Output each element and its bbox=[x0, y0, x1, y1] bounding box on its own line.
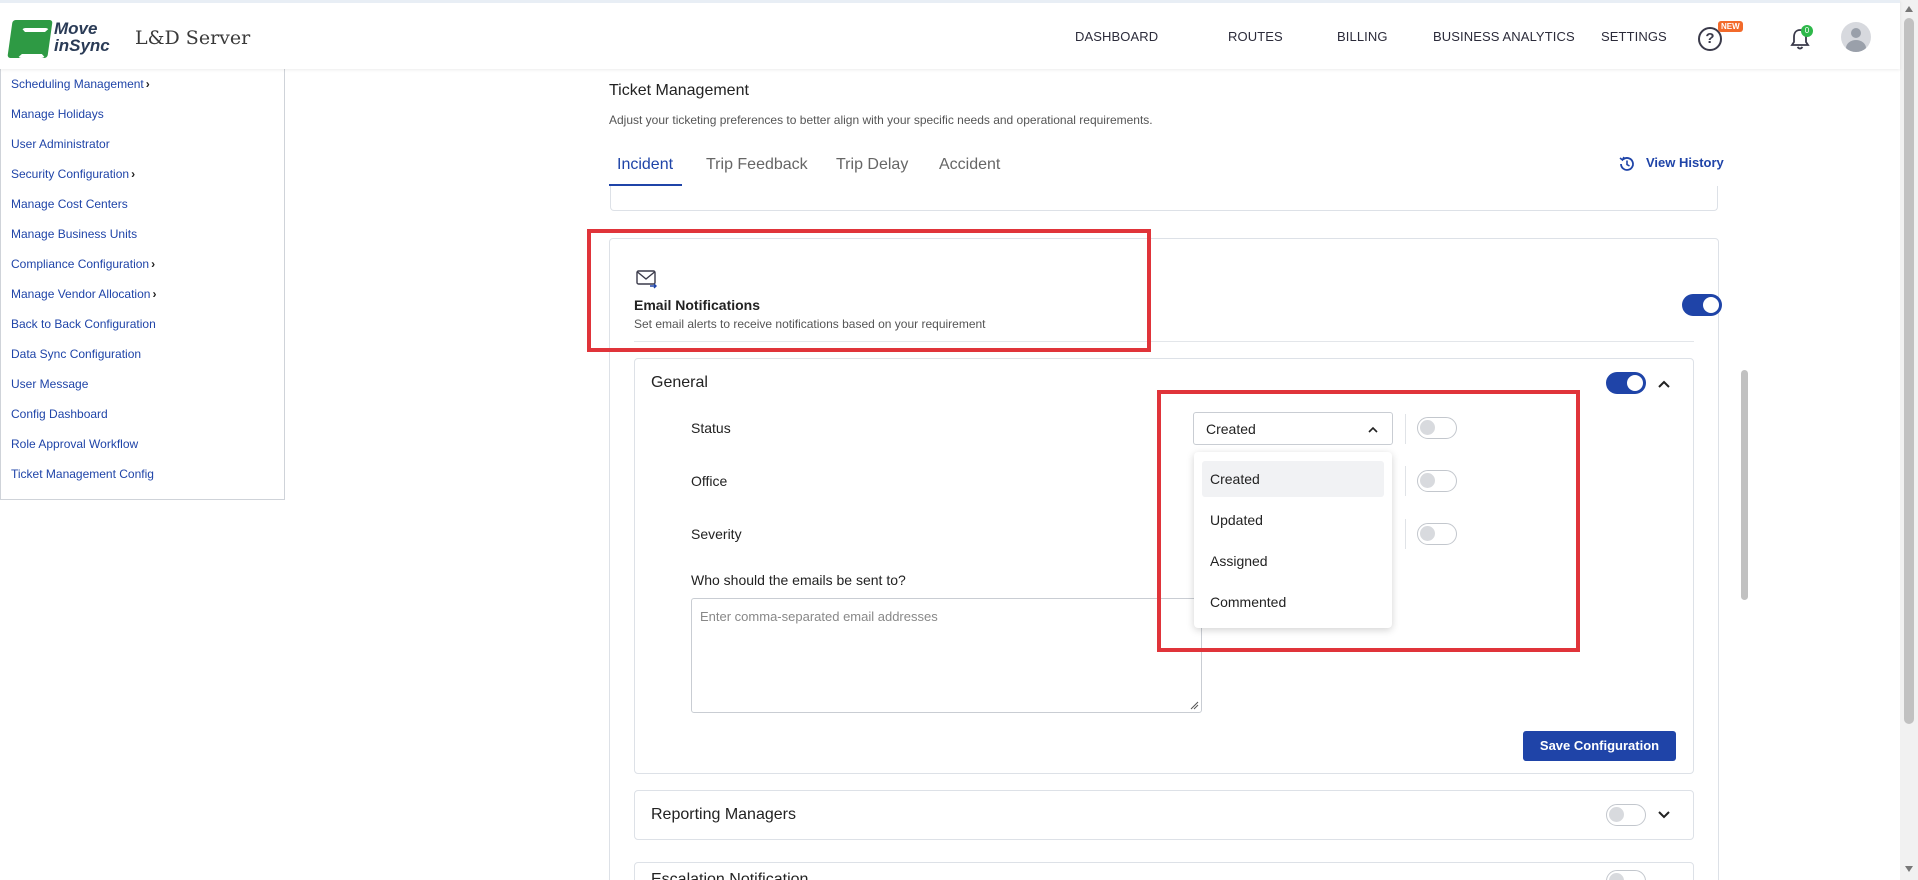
chevron-right-icon: › bbox=[145, 77, 150, 91]
general-toggle[interactable] bbox=[1606, 372, 1646, 394]
sidebar-item-data-sync-configuration[interactable]: Data Sync Configuration bbox=[11, 347, 141, 361]
chevron-down-icon[interactable] bbox=[1657, 808, 1671, 822]
sidebar-item-manage-vendor-allocation[interactable]: Manage Vendor Allocation › bbox=[11, 287, 156, 301]
top-navbar: Move inSync L&D Server DASHBOARD ROUTES … bbox=[0, 0, 1900, 69]
sidebar-item-back-to-back-configuration[interactable]: Back to Back Configuration bbox=[11, 317, 156, 331]
sidebar-item-user-administrator[interactable]: User Administrator bbox=[11, 137, 110, 151]
chevron-up-icon[interactable] bbox=[1657, 377, 1671, 391]
sidebar-item-role-approval-workflow[interactable]: Role Approval Workflow bbox=[11, 437, 138, 451]
page-scrollbar[interactable] bbox=[1900, 0, 1918, 880]
recipients-label: Who should the emails be sent to? bbox=[691, 572, 906, 588]
tab-panel-edge bbox=[610, 186, 1718, 211]
dropdown-option-assigned[interactable]: Assigned bbox=[1202, 543, 1384, 579]
dropdown-option-created[interactable]: Created bbox=[1202, 461, 1384, 497]
sidebar-item-manage-holidays[interactable]: Manage Holidays bbox=[11, 107, 104, 121]
sidebar-item-manage-business-units[interactable]: Manage Business Units bbox=[11, 227, 137, 241]
email-notifications-toggle[interactable] bbox=[1682, 294, 1722, 316]
inner-scrollbar-thumb[interactable] bbox=[1741, 370, 1748, 600]
scroll-down-icon[interactable] bbox=[1905, 866, 1913, 872]
settings-side-menu: Scheduling Management › Manage Holidays U… bbox=[0, 69, 285, 500]
reporting-managers-toggle[interactable] bbox=[1606, 804, 1646, 826]
moveinsync-logo[interactable]: Move inSync bbox=[7, 19, 110, 58]
tab-trip-feedback[interactable]: Trip Feedback bbox=[706, 156, 808, 174]
resize-grip-icon[interactable] bbox=[1190, 701, 1199, 710]
app-name: L&D Server bbox=[135, 27, 251, 49]
logo-mark-icon bbox=[7, 20, 53, 58]
dropdown-option-commented[interactable]: Commented bbox=[1202, 584, 1384, 620]
chevron-right-icon: › bbox=[151, 257, 156, 271]
highlight-box-email-notifications bbox=[587, 229, 1151, 352]
chevron-right-icon: › bbox=[152, 287, 157, 301]
user-avatar[interactable] bbox=[1841, 22, 1871, 52]
nav-business-analytics[interactable]: BUSINESS ANALYTICS bbox=[1433, 29, 1575, 44]
status-label: Status bbox=[691, 420, 731, 436]
logo-text: Move inSync bbox=[54, 19, 110, 55]
notification-count-badge: 0 bbox=[1801, 25, 1813, 37]
recipients-textarea[interactable]: Enter comma-separated email addresses bbox=[691, 598, 1202, 713]
escalation-toggle[interactable] bbox=[1606, 870, 1646, 880]
sidebar-item-compliance-configuration[interactable]: Compliance Configuration › bbox=[11, 257, 155, 271]
status-dropdown-menu: Created Updated Assigned Commented bbox=[1194, 452, 1392, 628]
recipients-placeholder: Enter comma-separated email addresses bbox=[700, 609, 938, 624]
nav-routes[interactable]: ROUTES bbox=[1228, 29, 1283, 44]
sidebar-item-user-message[interactable]: User Message bbox=[11, 377, 88, 391]
nav-settings[interactable]: SETTINGS bbox=[1601, 29, 1667, 44]
sidebar-item-ticket-management-config[interactable]: Ticket Management Config bbox=[11, 467, 154, 481]
escalation-title: Escalation Notification bbox=[651, 871, 809, 880]
general-section-title: General bbox=[651, 374, 708, 391]
tab-trip-delay[interactable]: Trip Delay bbox=[836, 156, 908, 174]
save-configuration-button[interactable]: Save Configuration bbox=[1523, 731, 1676, 761]
tab-accident[interactable]: Accident bbox=[939, 156, 1000, 174]
history-icon[interactable] bbox=[1617, 154, 1637, 174]
dropdown-option-updated[interactable]: Updated bbox=[1202, 502, 1384, 538]
sidebar-item-scheduling-management[interactable]: Scheduling Management › bbox=[11, 77, 150, 91]
scroll-up-icon[interactable] bbox=[1905, 6, 1913, 12]
sidebar-item-security-configuration[interactable]: Security Configuration › bbox=[11, 167, 135, 181]
reporting-managers-title: Reporting Managers bbox=[651, 806, 796, 823]
sidebar-item-manage-cost-centers[interactable]: Manage Cost Centers bbox=[11, 197, 128, 211]
sidebar-item-config-dashboard[interactable]: Config Dashboard bbox=[11, 407, 108, 421]
chevron-right-icon: › bbox=[131, 167, 136, 181]
page-title: Ticket Management bbox=[609, 82, 749, 99]
page-subtitle: Adjust your ticketing preferences to bet… bbox=[609, 113, 1153, 127]
new-badge: NEW bbox=[1718, 21, 1743, 32]
severity-label: Severity bbox=[691, 526, 742, 542]
view-history-link[interactable]: View History bbox=[1646, 155, 1724, 170]
office-label: Office bbox=[691, 473, 728, 489]
tab-incident[interactable]: Incident bbox=[617, 156, 673, 174]
scrollbar-thumb[interactable] bbox=[1904, 18, 1914, 724]
nav-dashboard[interactable]: DASHBOARD bbox=[1075, 29, 1158, 44]
nav-billing[interactable]: BILLING bbox=[1337, 29, 1388, 44]
